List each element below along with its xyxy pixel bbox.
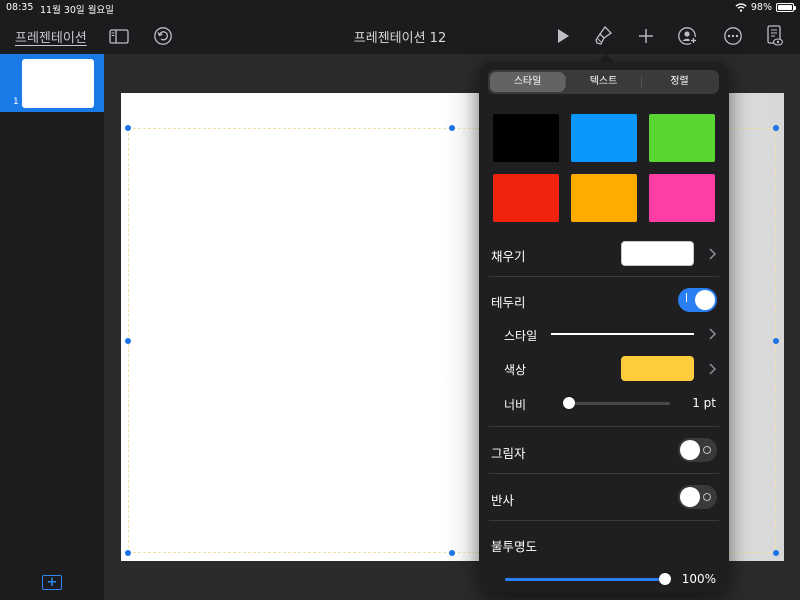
resize-handle[interactable] <box>125 125 131 131</box>
border-color-label: 색상 <box>504 363 527 377</box>
undo-icon[interactable] <box>150 23 176 49</box>
style-swatch-green[interactable] <box>649 114 715 162</box>
reflection-label: 반사 <box>491 493 515 508</box>
border-width-label: 너비 <box>504 398 527 412</box>
style-swatch-orange[interactable] <box>571 174 637 222</box>
border-style-line-preview[interactable] <box>551 333 694 335</box>
border-toggle[interactable] <box>678 288 717 312</box>
resize-handle[interactable] <box>773 125 779 131</box>
divider <box>489 473 719 474</box>
divider <box>489 276 719 277</box>
chevron-right-icon[interactable] <box>707 327 717 341</box>
shadow-toggle[interactable] <box>678 438 717 462</box>
chevron-right-icon[interactable] <box>707 362 717 376</box>
toolbar: 프레젠테이션 프레젠테이션 12 <box>0 16 800 54</box>
tab-style[interactable]: 스타일 <box>490 72 565 92</box>
plus-icon: + <box>46 574 58 590</box>
status-time: 08:35 <box>6 2 34 13</box>
divider <box>489 520 719 521</box>
border-width-slider[interactable] <box>563 397 575 409</box>
resize-handle[interactable] <box>773 338 779 344</box>
wifi-icon <box>735 3 747 12</box>
fill-color-well[interactable] <box>621 241 694 266</box>
play-icon[interactable] <box>550 23 576 49</box>
more-icon[interactable] <box>720 23 746 49</box>
slide-number: 1 <box>13 97 19 107</box>
opacity-value: 100% <box>681 572 716 586</box>
reflection-toggle[interactable] <box>678 485 717 509</box>
chevron-right-icon[interactable] <box>707 247 717 261</box>
battery-icon <box>776 3 796 12</box>
status-date: 11월 30일 월요일 <box>40 5 114 16</box>
resize-handle[interactable] <box>125 550 131 556</box>
slide-thumbnail-preview <box>22 59 94 108</box>
resize-handle[interactable] <box>449 125 455 131</box>
slide-thumbnail[interactable]: 1 <box>0 54 104 112</box>
add-icon[interactable] <box>633 23 659 49</box>
tab-text[interactable]: 텍스트 <box>566 72 641 92</box>
border-color-well[interactable] <box>621 356 694 381</box>
sidebar-icon[interactable] <box>106 23 132 49</box>
opacity-slider-fill <box>505 578 665 581</box>
status-bar: 08:35 11월 30일 월요일 98% <box>0 0 800 16</box>
opacity-label: 불투명도 <box>491 539 538 554</box>
slide-navigator: 1 + <box>0 54 105 600</box>
divider <box>489 426 719 427</box>
presenter-notes-icon[interactable] <box>762 23 788 49</box>
border-style-label: 스타일 <box>504 329 538 343</box>
style-swatch-pink[interactable] <box>649 174 715 222</box>
opacity-slider[interactable] <box>659 573 671 585</box>
format-brush-icon[interactable] <box>590 23 616 49</box>
battery-percent: 98% <box>750 2 772 13</box>
border-label: 테두리 <box>491 295 526 310</box>
tab-arrange[interactable]: 정렬 <box>642 72 717 92</box>
add-slide-button[interactable]: + <box>42 575 62 590</box>
collaborate-icon[interactable] <box>675 23 701 49</box>
resize-handle[interactable] <box>125 338 131 344</box>
presentations-back-link[interactable]: 프레젠테이션 <box>15 27 87 46</box>
format-tabs: 스타일 텍스트 정렬 <box>488 70 719 94</box>
format-popover: 스타일 텍스트 정렬 채우기 테두리 스타일 색상 너비 1 pt 그림자 반사… <box>479 62 729 593</box>
border-width-slider-track <box>569 402 670 405</box>
style-swatch-black[interactable] <box>493 114 559 162</box>
style-swatch-red[interactable] <box>493 174 559 222</box>
shadow-label: 그림자 <box>491 446 526 461</box>
fill-label: 채우기 <box>491 249 526 264</box>
resize-handle[interactable] <box>773 550 779 556</box>
status-right: 98% <box>735 2 796 13</box>
resize-handle[interactable] <box>449 550 455 556</box>
border-width-value: 1 pt <box>692 396 716 410</box>
style-swatch-blue[interactable] <box>571 114 637 162</box>
